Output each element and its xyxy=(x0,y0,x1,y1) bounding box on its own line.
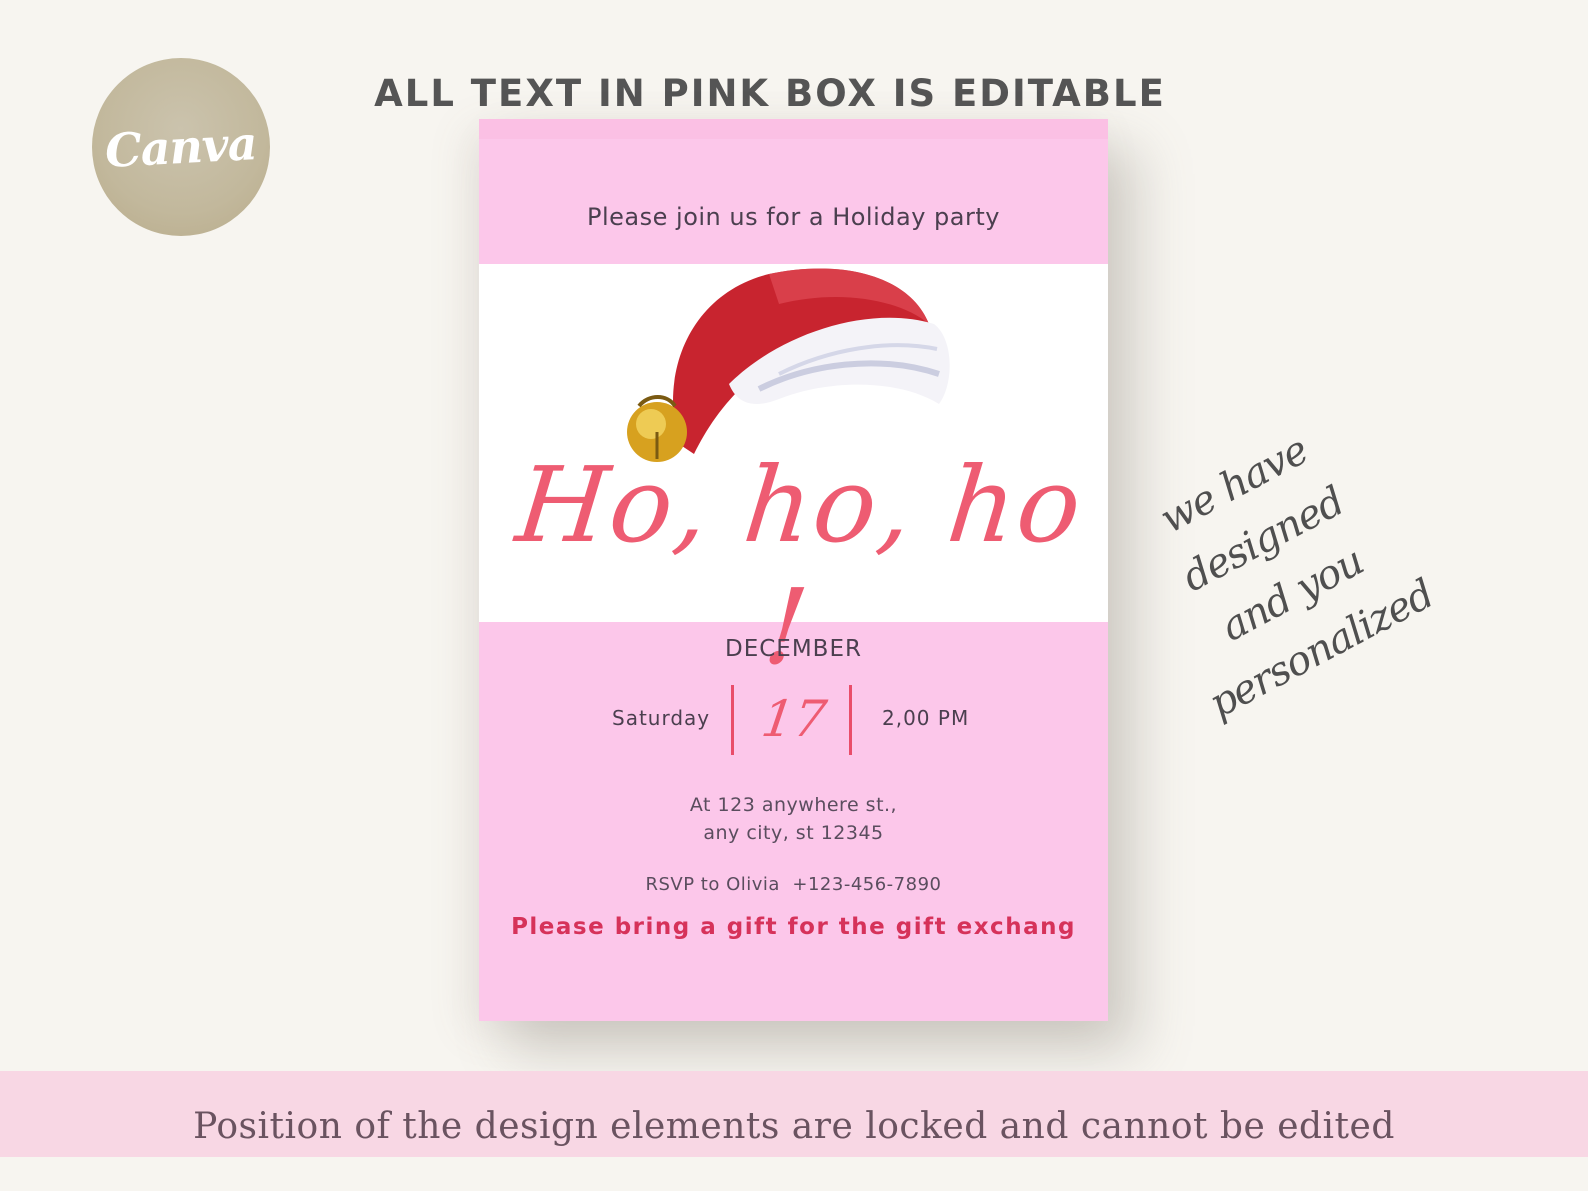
event-weekday: Saturday xyxy=(612,706,711,730)
illustration-band: Ho, ho, ho ! xyxy=(479,264,1108,688)
gift-note: Please bring a gift for the gift exchang xyxy=(511,914,1076,940)
editable-notice-heading: ALL TEXT IN PINK BOX IS EDITABLE xyxy=(0,72,1540,115)
divider-right xyxy=(849,685,852,755)
event-day: 17 xyxy=(758,690,830,748)
event-month: DECEMBER xyxy=(725,636,862,662)
rsvp-line: RSVP to Olivia +123-456-7890 xyxy=(645,874,942,895)
date-row: Saturday 17 2,00 PM xyxy=(479,685,1108,755)
event-time: 2,00 PM xyxy=(882,706,970,730)
address-line-1: At 123 anywhere st., xyxy=(689,794,898,816)
editable-notice-text: ALL TEXT IN PINK BOX IS EDITABLE xyxy=(374,72,1166,115)
handwritten-note: we have designed and you personalized xyxy=(1078,382,1501,797)
canva-logo-text: Canva xyxy=(103,116,259,178)
card-top-strip xyxy=(479,119,1108,139)
divider-left xyxy=(731,685,734,755)
event-address: At 123 anywhere st., any city, st 12345 xyxy=(479,791,1108,847)
address-line-2: any city, st 12345 xyxy=(703,822,884,844)
santa-hat-icon xyxy=(627,268,950,462)
invite-intro: Please join us for a Holiday party xyxy=(587,203,1000,231)
invitation-card: Please join us for a Holiday party Ho, h… xyxy=(479,119,1108,1021)
footer-text: Position of the design elements are lock… xyxy=(193,1106,1395,1147)
